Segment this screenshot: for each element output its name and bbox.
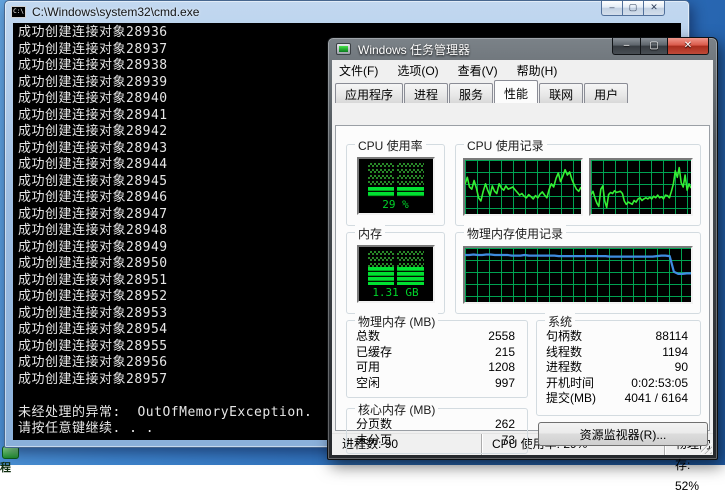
task-manager-window: Windows 任务管理器 ‒ ▢ ✕ 文件(F) 选项(O) 查看(V) 帮助(H)… bbox=[327, 37, 718, 493]
system-rows: 句柄数 88114 线程数 1194 进程数 90 开机时间 0:02:53:05 提交(MB)… bbox=[537, 329, 700, 407]
maximize-button[interactable]: ▢ bbox=[622, 1, 644, 16]
cpu-usage-value: 29 % bbox=[382, 198, 409, 211]
maximize-button[interactable]: ▢ bbox=[640, 38, 668, 55]
taskman-window-title: Windows 任务管理器 bbox=[358, 42, 471, 57]
resource-monitor-button[interactable]: 资源监视器(R)... bbox=[538, 422, 708, 446]
taskman-titlebar[interactable]: Windows 任务管理器 ‒ ▢ ✕ bbox=[328, 38, 717, 60]
stat-row: 未分页 73 bbox=[356, 432, 515, 447]
stat-row: 总数 2558 bbox=[356, 329, 515, 343]
tab-strip: 应用程序 进程 服务 性能 联网 用户 bbox=[332, 80, 713, 103]
tab-服务[interactable]: 服务 bbox=[449, 83, 494, 103]
tab-联网[interactable]: 联网 bbox=[539, 83, 584, 103]
close-button[interactable]: ✕ bbox=[643, 1, 665, 16]
physical-memory-history-graph bbox=[463, 246, 693, 304]
stat-row: 空闲 997 bbox=[356, 375, 515, 390]
desktop-shortcut-label: 程 bbox=[0, 462, 11, 474]
cmd-icon: C:\ bbox=[11, 6, 26, 18]
tab-进程[interactable]: 进程 bbox=[404, 83, 449, 103]
memory-value: 1.31 GB bbox=[372, 286, 419, 299]
menu-item[interactable]: 文件(F) bbox=[339, 62, 378, 79]
cmd-titlebar[interactable]: C:\ C:\Windows\system32\cmd.exe ‒ ▢ ✕ bbox=[5, 1, 689, 23]
system-group: 系统 句柄数 88114 线程数 1194 进程数 90 开机时间 0:02:53:05 提交(… bbox=[536, 313, 701, 416]
taskman-client-area: 文件(F) 选项(O) 查看(V) 帮助(H) 应用程序 进程 服务 性能 联网 用户 CPU … bbox=[332, 60, 713, 493]
memory-meter: 1.31 GB bbox=[356, 245, 435, 303]
physical-memory-rows: 总数 2558 已缓存 215 可用 1208 空闲 997 bbox=[347, 329, 527, 391]
menu-bar: 文件(F) 选项(O) 查看(V) 帮助(H) bbox=[332, 60, 713, 80]
memory-group: 内存 1.31 GB bbox=[346, 225, 445, 314]
stat-row: 提交(MB) 4041 / 6164 bbox=[546, 391, 688, 405]
cpu-history-group-label: CPU 使用记录 bbox=[464, 137, 547, 154]
cpu-usage-meter: 29 % bbox=[356, 157, 435, 215]
menu-item[interactable]: 选项(O) bbox=[397, 62, 438, 79]
cpu-usage-group: CPU 使用率 29 % bbox=[346, 137, 445, 226]
cpu-history-group: CPU 使用记录 bbox=[455, 137, 701, 226]
cpu-usage-group-label: CPU 使用率 bbox=[355, 137, 426, 154]
tab-应用程序[interactable]: 应用程序 bbox=[335, 83, 404, 103]
cpu-history-graph-core2 bbox=[589, 158, 693, 216]
stat-row: 线程数 1194 bbox=[546, 344, 688, 359]
menu-item[interactable]: 查看(V) bbox=[458, 62, 498, 79]
minimize-button[interactable]: ‒ bbox=[601, 1, 623, 16]
cpu-history-graph-core1 bbox=[463, 158, 583, 216]
task-manager-icon bbox=[336, 43, 351, 55]
stat-row: 句柄数 88114 bbox=[546, 329, 688, 343]
memory-group-label: 内存 bbox=[355, 225, 386, 242]
close-button[interactable]: ✕ bbox=[667, 38, 709, 55]
cmd-caption-buttons: ‒ ▢ ✕ bbox=[601, 1, 665, 16]
stat-row: 开机时间 0:02:53:05 bbox=[546, 375, 688, 390]
tab-性能[interactable]: 性能 bbox=[494, 80, 539, 103]
kernel-memory-group-label: 核心内存 (MB) bbox=[355, 401, 439, 418]
memory-history-group-label: 物理内存使用记录 bbox=[464, 225, 567, 242]
console-text: 成功创建连接对象28936 成功创建连接对象28937 成功创建连接对象2893… bbox=[18, 25, 313, 436]
stat-row: 进程数 90 bbox=[546, 360, 688, 374]
physical-memory-group-label: 物理内存 (MB) bbox=[355, 313, 439, 330]
performance-tab-page: CPU 使用率 29 % CPU 使用记录 内存 1.31 GB 物理内存使用记… bbox=[335, 125, 710, 454]
kernel-memory-rows: 分页数 262 未分页 73 bbox=[347, 417, 527, 448]
stat-row: 已缓存 215 bbox=[356, 344, 515, 359]
cmd-window-title: C:\Windows\system32\cmd.exe bbox=[32, 5, 200, 19]
desktop-background: 程 C:\ C:\Windows\system32\cmd.exe ‒ ▢ ✕ … bbox=[0, 0, 725, 493]
menu-item[interactable]: 帮助(H) bbox=[517, 62, 558, 79]
physical-memory-group: 物理内存 (MB) 总数 2558 已缓存 215 可用 1208 空闲 997 bbox=[346, 313, 528, 398]
stat-row: 可用 1208 bbox=[356, 360, 515, 374]
kernel-memory-group: 核心内存 (MB) 分页数 262 未分页 73 bbox=[346, 401, 528, 454]
memory-history-group: 物理内存使用记录 bbox=[455, 225, 701, 314]
minimize-button[interactable]: ‒ bbox=[612, 38, 641, 55]
tab-用户[interactable]: 用户 bbox=[584, 83, 629, 103]
system-group-label: 系统 bbox=[545, 313, 576, 330]
taskman-caption-buttons: ‒ ▢ ✕ bbox=[612, 38, 709, 55]
stat-row: 分页数 262 bbox=[356, 417, 515, 431]
